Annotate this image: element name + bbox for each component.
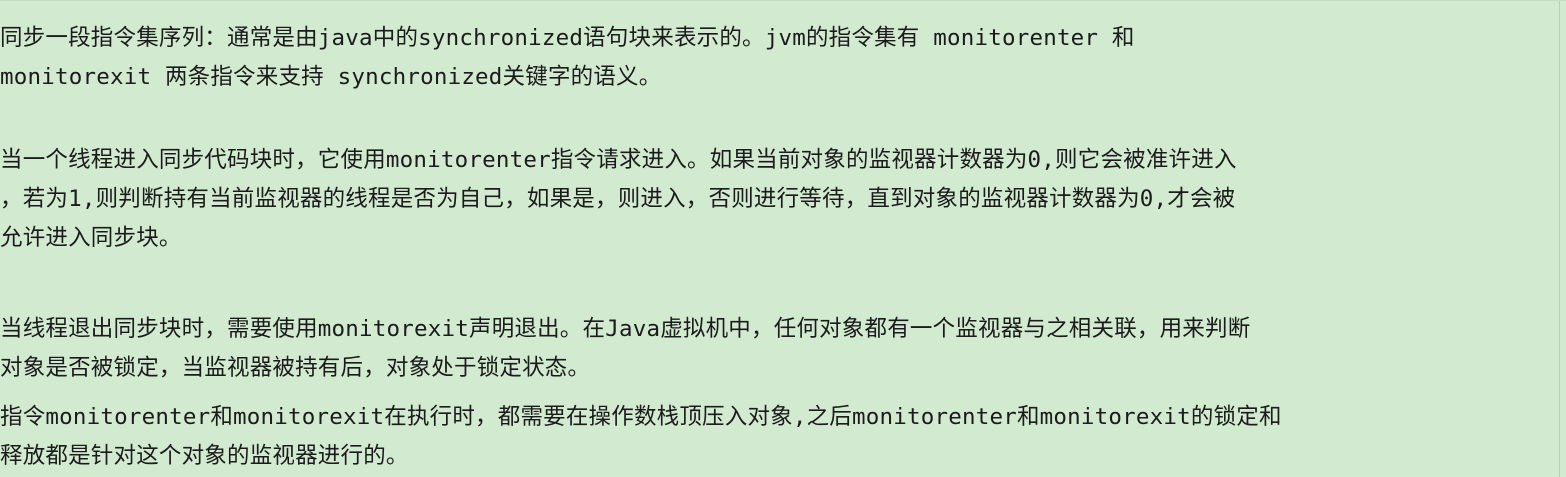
paragraph-sync-block-sequence: 同步一段指令集序列：通常是由java中的synchronized语句块来表示的。…: [0, 19, 1556, 97]
text-line: 允许进入同步块。: [0, 225, 182, 251]
text-line: monitorexit 两条指令来支持 synchronized关键字的语义。: [0, 64, 662, 90]
text-line: ，若为1,则判断持有当前监视器的线程是否为自己，如果是，则进入，否则进行等待，直…: [0, 186, 1236, 212]
paragraph-operand-stack: 指令monitorenter和monitorexit在执行时，都需要在操作数栈顶…: [0, 398, 1556, 476]
paragraph-monitorenter: 当一个线程进入同步代码块时，它使用monitorenter指令请求进入。如果当前…: [0, 141, 1556, 258]
text-line: 对象是否被锁定，当监视器被持有后，对象处于锁定状态。: [0, 355, 591, 381]
text-line: 指令monitorenter和monitorexit在执行时，都需要在操作数栈顶…: [0, 404, 1282, 430]
paragraph-monitorexit: 当线程退出同步块时，需要使用monitorexit声明退出。在Java虚拟机中，…: [0, 310, 1556, 388]
text-line: 同步一段指令集序列：通常是由java中的synchronized语句块来表示的。…: [0, 25, 1135, 51]
text-line: 释放都是针对这个对象的监视器进行的。: [0, 443, 409, 469]
right-border: [1559, 1, 1560, 477]
document-note: 同步一段指令集序列：通常是由java中的synchronized语句块来表示的。…: [0, 0, 1566, 477]
text-line: 当线程退出同步块时，需要使用monitorexit声明退出。在Java虚拟机中，…: [0, 316, 1251, 342]
text-line: 当一个线程进入同步代码块时，它使用monitorenter指令请求进入。如果当前…: [0, 147, 1237, 173]
